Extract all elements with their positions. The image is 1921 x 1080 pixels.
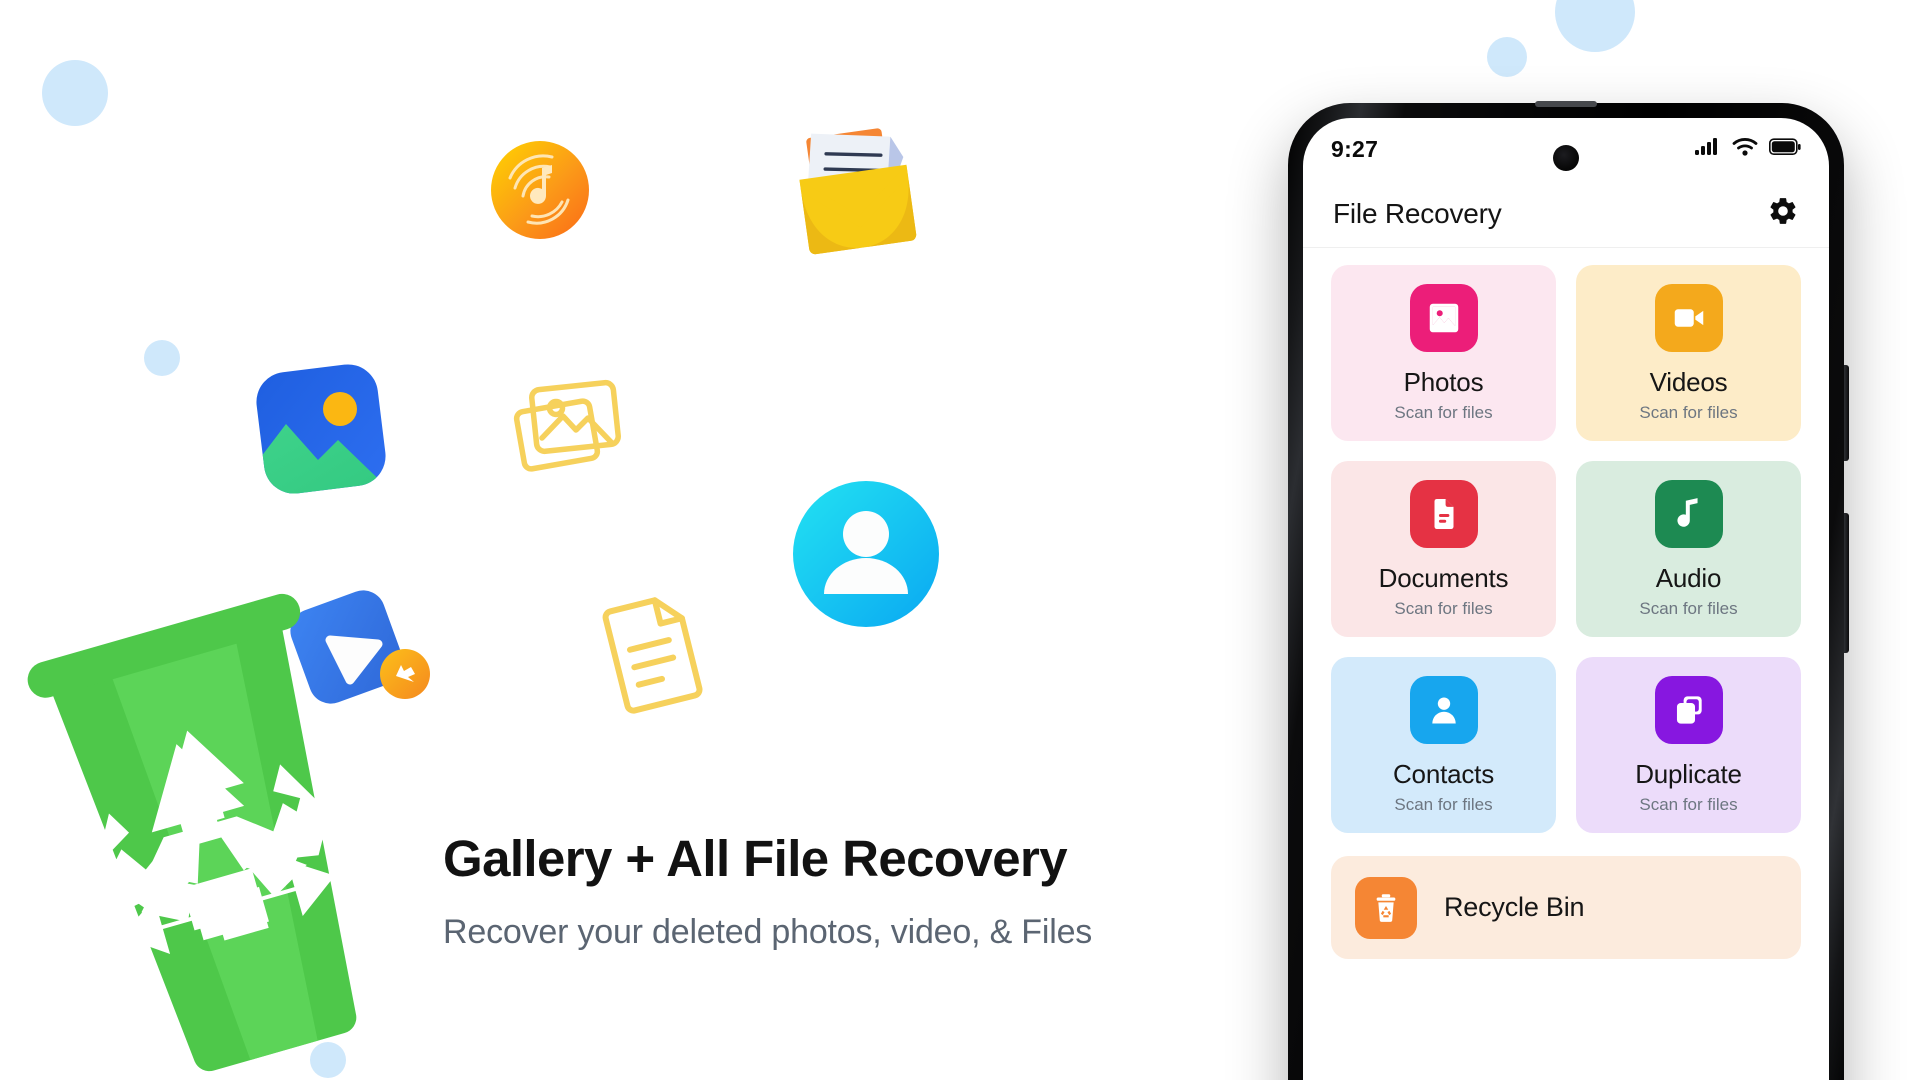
card-label: Photos xyxy=(1403,366,1484,397)
card-photos[interactable]: Photos Scan for files xyxy=(1331,265,1556,441)
decorative-bubble xyxy=(1487,37,1527,77)
power-button[interactable] xyxy=(1844,513,1849,653)
card-sub: Scan for files xyxy=(1639,402,1738,422)
recycle-bin-label: Recycle Bin xyxy=(1444,892,1585,922)
document-icon xyxy=(1409,479,1478,548)
music-disc-icon xyxy=(490,140,590,240)
card-contacts[interactable]: Contacts Scan for files xyxy=(1331,657,1556,833)
gear-icon[interactable] xyxy=(1767,195,1799,232)
card-duplicate[interactable]: Duplicate Scan for files xyxy=(1576,657,1801,833)
card-label: Duplicate xyxy=(1635,758,1742,789)
card-label: Audio xyxy=(1655,562,1722,593)
card-label: Contacts xyxy=(1392,758,1494,789)
phone-mockup: 9:27 File Recovery Photos Scan for files… xyxy=(1288,101,1849,1080)
card-sub: Scan for files xyxy=(1639,794,1738,814)
decorative-bubble xyxy=(42,60,108,126)
image-icon xyxy=(1409,283,1478,352)
signal-icon xyxy=(1695,137,1721,162)
app-title: File Recovery xyxy=(1333,197,1502,229)
phone-screen: 9:27 File Recovery Photos Scan for files… xyxy=(1303,118,1829,1080)
recycle-bin-illustration xyxy=(0,580,420,1080)
status-bar: 9:27 xyxy=(1303,118,1829,180)
app-header: File Recovery xyxy=(1303,180,1829,248)
decorative-bubble xyxy=(144,340,180,376)
page-subtitle: Recover your deleted photos, video, & Fi… xyxy=(443,913,1093,952)
page-title: Gallery + All File Recovery xyxy=(443,830,1068,887)
volume-button[interactable] xyxy=(1844,365,1849,461)
status-time: 9:27 xyxy=(1331,135,1379,162)
mail-envelope-icon xyxy=(780,124,932,264)
decorative-bubble xyxy=(1555,0,1635,52)
recycle-bin-row[interactable]: Recycle Bin xyxy=(1331,856,1801,959)
card-audio[interactable]: Audio Scan for files xyxy=(1576,461,1801,637)
hero-copy: Gallery + All File Recovery Recover your… xyxy=(443,830,1263,952)
document-outline-icon xyxy=(595,588,713,714)
battery-icon xyxy=(1769,137,1801,161)
card-sub: Scan for files xyxy=(1639,598,1738,618)
earpiece-speaker xyxy=(1535,101,1597,107)
contact-circle-icon xyxy=(790,478,942,630)
trash-recycle-icon xyxy=(1355,876,1417,939)
card-sub: Scan for files xyxy=(1394,794,1493,814)
card-documents[interactable]: Documents Scan for files xyxy=(1331,461,1556,637)
card-sub: Scan for files xyxy=(1394,598,1493,618)
category-grid: Photos Scan for files Videos Scan for fi… xyxy=(1303,248,1829,833)
gallery-image-icon xyxy=(248,356,398,506)
music-note-icon xyxy=(1654,479,1723,548)
wifi-icon xyxy=(1732,137,1758,162)
card-videos[interactable]: Videos Scan for files xyxy=(1576,265,1801,441)
card-label: Documents xyxy=(1378,562,1509,593)
promo-screenshot: Gallery + All File Recovery Recover your… xyxy=(0,0,1921,1080)
photo-outline-icon xyxy=(508,372,628,482)
person-icon xyxy=(1409,675,1478,744)
copy-icon xyxy=(1654,675,1723,744)
card-sub: Scan for files xyxy=(1394,402,1493,422)
video-icon xyxy=(1654,283,1723,352)
card-label: Videos xyxy=(1649,366,1728,397)
